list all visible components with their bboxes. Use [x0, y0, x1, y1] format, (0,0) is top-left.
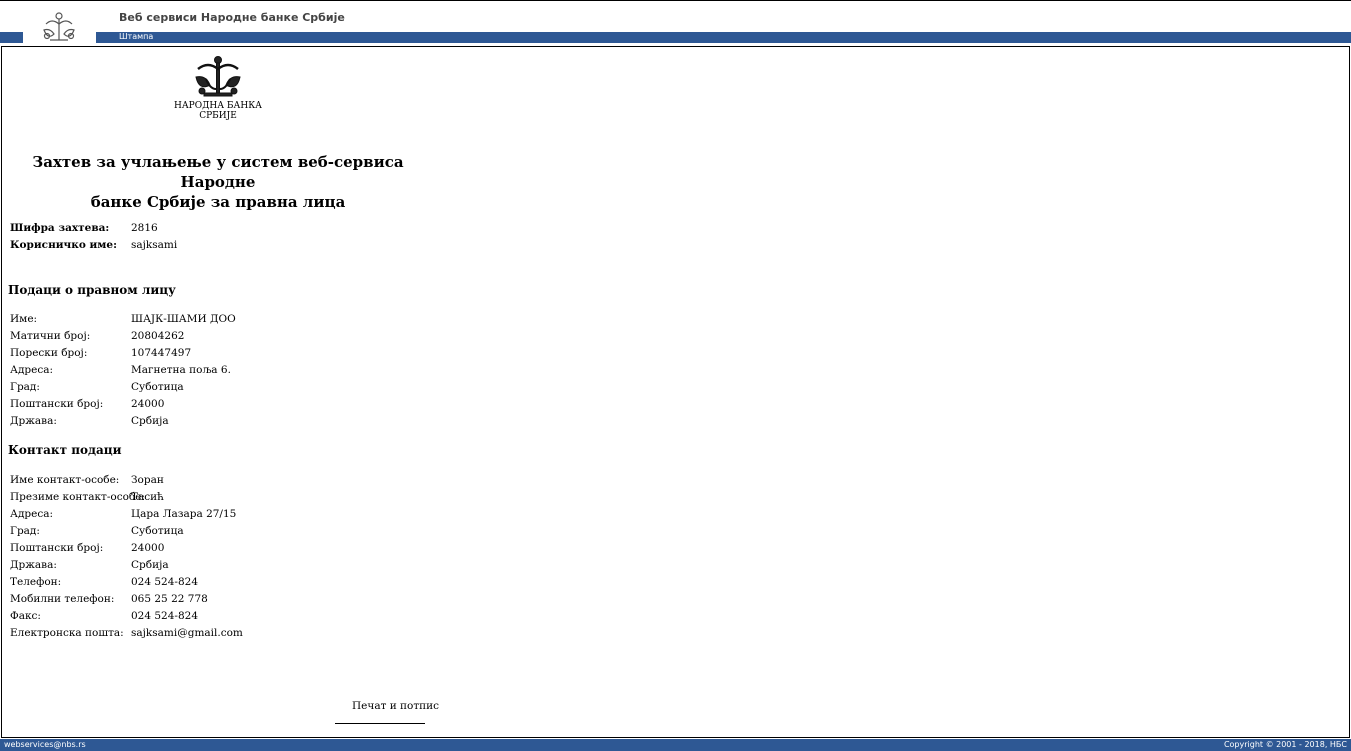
document-title-line1: Захтев за учлањење у систем веб-сервиса … [32, 153, 404, 191]
field-value: Србија [131, 559, 169, 571]
field-label: Порески број: [10, 347, 88, 359]
field-label: Адреса: [10, 508, 54, 520]
field-row: Име: ШАЈК-ШАМИ ДОО [10, 311, 236, 328]
nbs-coat-of-arms-icon [195, 56, 241, 97]
field-label: Држава: [10, 415, 57, 427]
field-row: Факс: 024 524-824 [10, 608, 243, 625]
field-row: Име контакт-особе: Зоран [10, 472, 243, 489]
field-row: Држава: Србија [10, 413, 236, 430]
legal-entity-fields: Име: ШАЈК-ШАМИ ДОО Матични број: 20804262 … [10, 311, 236, 430]
document-title-line2: банке Србије за правна лица [90, 193, 346, 211]
field-row: Град: Суботица [10, 379, 236, 396]
field-label: Град: [10, 525, 40, 537]
field-row: Електронска пошта: sajksami@gmail.com [10, 625, 243, 642]
field-value: sajksami@gmail.com [131, 627, 243, 639]
field-label: Презиме контакт-особе: [10, 491, 146, 503]
field-row: Телефон: 024 524-824 [10, 574, 243, 591]
field-label: Телефон: [10, 576, 62, 588]
field-value: 24000 [131, 542, 165, 554]
field-value: 24000 [131, 398, 165, 410]
request-row: Корисничко име: sajksami [10, 237, 177, 254]
request-code-value: 2816 [131, 222, 158, 234]
print-link[interactable]: Штампа [119, 31, 153, 43]
nbs-emblem-icon [38, 10, 80, 46]
field-label: Поштански број: [10, 542, 104, 554]
field-row: Држава: Србија [10, 557, 243, 574]
nav-bar-left [0, 32, 23, 43]
field-row: Поштански број: 24000 [10, 540, 243, 557]
field-value: Цара Лазара 27/15 [131, 508, 237, 520]
field-value: 20804262 [131, 330, 185, 342]
field-row: Презиме контакт-особе: Тасић [10, 489, 243, 506]
stamp-signature-label: Печат и потпис [352, 700, 440, 712]
document-logo: НАРОДНА БАНКА СРБИЈЕ [170, 55, 266, 130]
field-value: Србија [131, 415, 169, 427]
logo-text-line2: СРБИЈЕ [199, 111, 237, 121]
contact-heading: Контакт подаци [8, 443, 122, 457]
field-label: Име контакт-особе: [10, 474, 120, 486]
field-value: Зоран [131, 474, 164, 486]
field-label: Адреса: [10, 364, 54, 376]
field-row: Адреса: Цара Лазара 27/15 [10, 506, 243, 523]
field-value: ШАЈК-ШАМИ ДОО [131, 313, 236, 325]
field-value: 107447497 [131, 347, 192, 359]
field-row: Поштански број: 24000 [10, 396, 236, 413]
field-label: Име: [10, 313, 38, 325]
field-value: Суботица [131, 525, 184, 537]
top-border [0, 0, 1351, 1]
footer-email-link[interactable]: webservices@nbs.rs [4, 739, 86, 751]
field-value: Суботица [131, 381, 184, 393]
field-label: Држава: [10, 559, 57, 571]
field-label: Мобилни телефон: [10, 593, 115, 605]
nav-bar: Штампа [96, 32, 1351, 43]
footer-bar: webservices@nbs.rs Copyright © 2001 - 20… [0, 739, 1351, 751]
field-row: Адреса: Магнетна поља 6. [10, 362, 236, 379]
field-row: Порески број: 107447497 [10, 345, 236, 362]
request-info: Шифра захтева: 2816 Корисничко име: sajk… [10, 220, 177, 254]
field-label: Матични број: [10, 330, 91, 342]
signature-line [335, 723, 425, 724]
request-code-label: Шифра захтева: [10, 222, 110, 234]
field-label: Факс: [10, 610, 41, 622]
field-row: Град: Суботица [10, 523, 243, 540]
field-row: Матични број: 20804262 [10, 328, 236, 345]
field-label: Поштански број: [10, 398, 104, 410]
field-label: Електронска пошта: [10, 627, 124, 639]
logo-text-line1: НАРОДНА БАНКА [173, 101, 262, 111]
request-row: Шифра захтева: 2816 [10, 220, 177, 237]
field-value: 024 524-824 [131, 576, 199, 588]
field-label: Град: [10, 381, 40, 393]
field-value: Тасић [131, 491, 164, 503]
legal-entity-heading: Подаци о правном лицу [8, 283, 176, 297]
field-value: 024 524-824 [131, 610, 199, 622]
contact-fields: Име контакт-особе: Зоран Презиме контакт-… [10, 472, 243, 642]
document-title: Захтев за учлањење у систем веб-сервиса … [8, 152, 428, 212]
username-value: sajksami [131, 239, 178, 251]
field-row: Мобилни телефон: 065 25 22 778 [10, 591, 243, 608]
username-label: Корисничко име: [10, 239, 117, 251]
footer-copyright: Copyright © 2001 - 2018, НБС [1223, 740, 1347, 749]
field-value: 065 25 22 778 [131, 593, 208, 605]
site-title: Веб сервиси Народне банке Србије [119, 11, 345, 24]
field-value: Магнетна поља 6. [131, 364, 231, 376]
